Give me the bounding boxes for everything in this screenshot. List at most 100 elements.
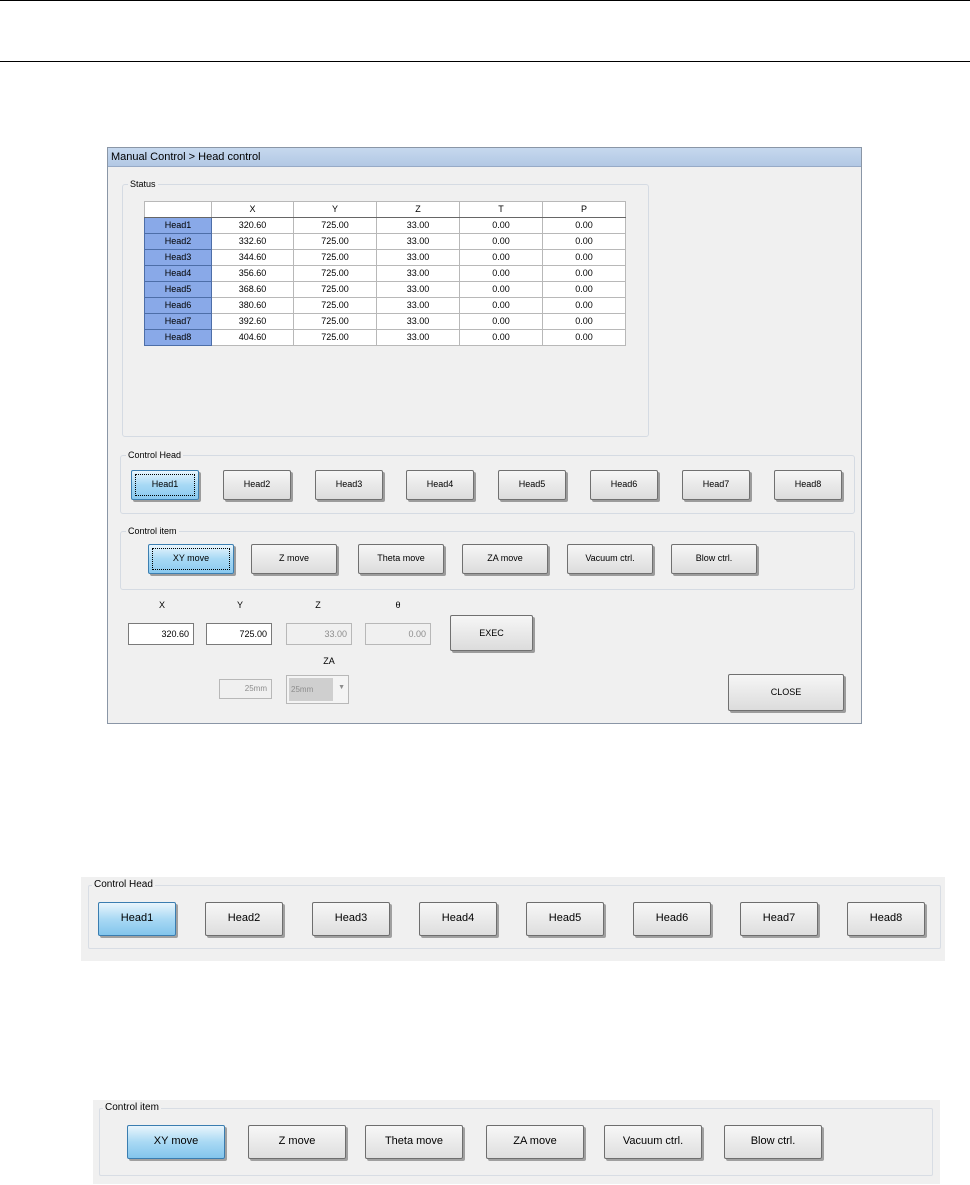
y-label: Y (236, 600, 243, 610)
table-cell: 0.00 (542, 265, 626, 282)
table-cell: 725.00 (293, 281, 377, 298)
table-cell: 725.00 (293, 265, 377, 282)
z-input: 33.00 (286, 623, 352, 645)
table-cell: 0.00 (459, 217, 543, 234)
xy-move-button[interactable]: XY move (148, 544, 234, 574)
control-item-zoom-label: Control item (103, 1102, 161, 1114)
y-input[interactable]: 725.00 (206, 623, 272, 645)
zoom-vacuum-ctrl-button[interactable]: Vacuum ctrl. (604, 1125, 702, 1159)
table-row: Head6 380.60 725.00 33.00 0.00 0.00 (144, 297, 626, 314)
close-button[interactable]: CLOSE (728, 674, 844, 711)
table-cell: 33.00 (376, 329, 460, 346)
head5-button[interactable]: Head5 (498, 470, 566, 500)
row-header: Head6 (144, 297, 212, 314)
blow-ctrl-button[interactable]: Blow ctrl. (671, 544, 757, 574)
head7-button[interactable]: Head7 (682, 470, 750, 500)
status-column-header (144, 201, 212, 218)
zoom-z-move-button[interactable]: Z move (248, 1125, 346, 1159)
status-group-label: Status (128, 178, 158, 190)
status-column-header: P (542, 201, 626, 218)
zoom-za-move-button[interactable]: ZA move (486, 1125, 584, 1159)
zoom-head8-button[interactable]: Head8 (847, 902, 925, 936)
table-cell: 33.00 (376, 313, 460, 330)
table-row: Head3 344.60 725.00 33.00 0.00 0.00 (144, 249, 626, 266)
head4-button[interactable]: Head4 (406, 470, 474, 500)
zoom-head1-button[interactable]: Head1 (98, 902, 176, 936)
row-header: Head7 (144, 313, 212, 330)
head6-button[interactable]: Head6 (590, 470, 658, 500)
x-input[interactable]: 320.60 (128, 623, 194, 645)
za-value-input: 25mm (219, 679, 272, 699)
table-cell: 725.00 (293, 297, 377, 314)
table-cell: 33.00 (376, 297, 460, 314)
table-cell: 332.60 (211, 233, 294, 250)
table-cell: 0.00 (459, 329, 543, 346)
zoom-head5-button[interactable]: Head5 (526, 902, 604, 936)
za-label: ZA (323, 656, 335, 666)
table-cell: 0.00 (459, 313, 543, 330)
table-cell: 0.00 (459, 233, 543, 250)
table-cell: 368.60 (211, 281, 294, 298)
control-head-zoom-panel: Control Head Head1 Head2 Head3 Head4 Head5 He… (81, 877, 945, 961)
table-cell: 0.00 (542, 313, 626, 330)
head3-button[interactable]: Head3 (315, 470, 383, 500)
table-cell: 380.60 (211, 297, 294, 314)
table-cell: 33.00 (376, 217, 460, 234)
head2-button[interactable]: Head2 (223, 470, 291, 500)
exec-button[interactable]: EXEC (450, 615, 533, 651)
control-item-zoom-panel: Control item XY move Z move Theta move ZA m… (93, 1100, 940, 1184)
theta-move-button[interactable]: Theta move (358, 544, 444, 574)
status-column-header: Z (376, 201, 460, 218)
table-row: Head5 368.60 725.00 33.00 0.00 0.00 (144, 281, 626, 298)
zoom-theta-move-button[interactable]: Theta move (365, 1125, 463, 1159)
z-label: Z (315, 600, 321, 610)
control-item-group-label: Control item (126, 525, 179, 537)
table-cell: 344.60 (211, 249, 294, 266)
table-cell: 392.60 (211, 313, 294, 330)
zoom-head7-button[interactable]: Head7 (740, 902, 818, 936)
control-head-group-label: Control Head (126, 449, 184, 461)
zoom-head2-button[interactable]: Head2 (205, 902, 283, 936)
table-row: Head7 392.60 725.00 33.00 0.00 0.00 (144, 313, 626, 330)
head8-button[interactable]: Head8 (774, 470, 842, 500)
z-move-button[interactable]: Z move (251, 544, 337, 574)
table-cell: 33.00 (376, 265, 460, 282)
control-head-zoom-label: Control Head (92, 879, 155, 891)
zoom-blow-ctrl-button[interactable]: Blow ctrl. (724, 1125, 822, 1159)
table-cell: 0.00 (459, 297, 543, 314)
table-cell: 0.00 (542, 217, 626, 234)
table-cell: 725.00 (293, 249, 377, 266)
za-move-button[interactable]: ZA move (462, 544, 548, 574)
table-cell: 725.00 (293, 217, 377, 234)
table-cell: 33.00 (376, 249, 460, 266)
row-header: Head8 (144, 329, 212, 346)
table-row: Head4 356.60 725.00 33.00 0.00 0.00 (144, 265, 626, 282)
table-cell: 0.00 (542, 329, 626, 346)
table-cell: 725.00 (293, 233, 377, 250)
row-header: Head4 (144, 265, 212, 282)
za-select[interactable]: 25mm ▼ (286, 675, 349, 704)
table-cell: 0.00 (542, 249, 626, 266)
table-cell: 0.00 (542, 281, 626, 298)
table-cell: 320.60 (211, 217, 294, 234)
zoom-head4-button[interactable]: Head4 (419, 902, 497, 936)
table-cell: 0.00 (459, 281, 543, 298)
page-header-rule-bottom (0, 61, 970, 62)
page-header-rule-top (0, 0, 970, 1)
status-column-header: T (459, 201, 543, 218)
head1-button[interactable]: Head1 (131, 470, 199, 500)
table-cell: 356.60 (211, 265, 294, 282)
zoom-head6-button[interactable]: Head6 (633, 902, 711, 936)
zoom-xy-move-button[interactable]: XY move (127, 1125, 225, 1159)
status-table: XYZTP Head1 320.60 725.00 33.00 0.00 0.00 Head… (144, 201, 626, 346)
row-header: Head1 (144, 217, 212, 234)
table-cell: 33.00 (376, 233, 460, 250)
chevron-down-icon: ▼ (338, 684, 345, 691)
vacuum-ctrl-button[interactable]: Vacuum ctrl. (567, 544, 653, 574)
table-cell: 0.00 (542, 297, 626, 314)
table-cell: 404.60 (211, 329, 294, 346)
table-row: Head2 332.60 725.00 33.00 0.00 0.00 (144, 233, 626, 250)
zoom-head3-button[interactable]: Head3 (312, 902, 390, 936)
table-row: Head8 404.60 725.00 33.00 0.00 0.00 (144, 329, 626, 346)
za-select-value: 25mm (289, 678, 333, 701)
